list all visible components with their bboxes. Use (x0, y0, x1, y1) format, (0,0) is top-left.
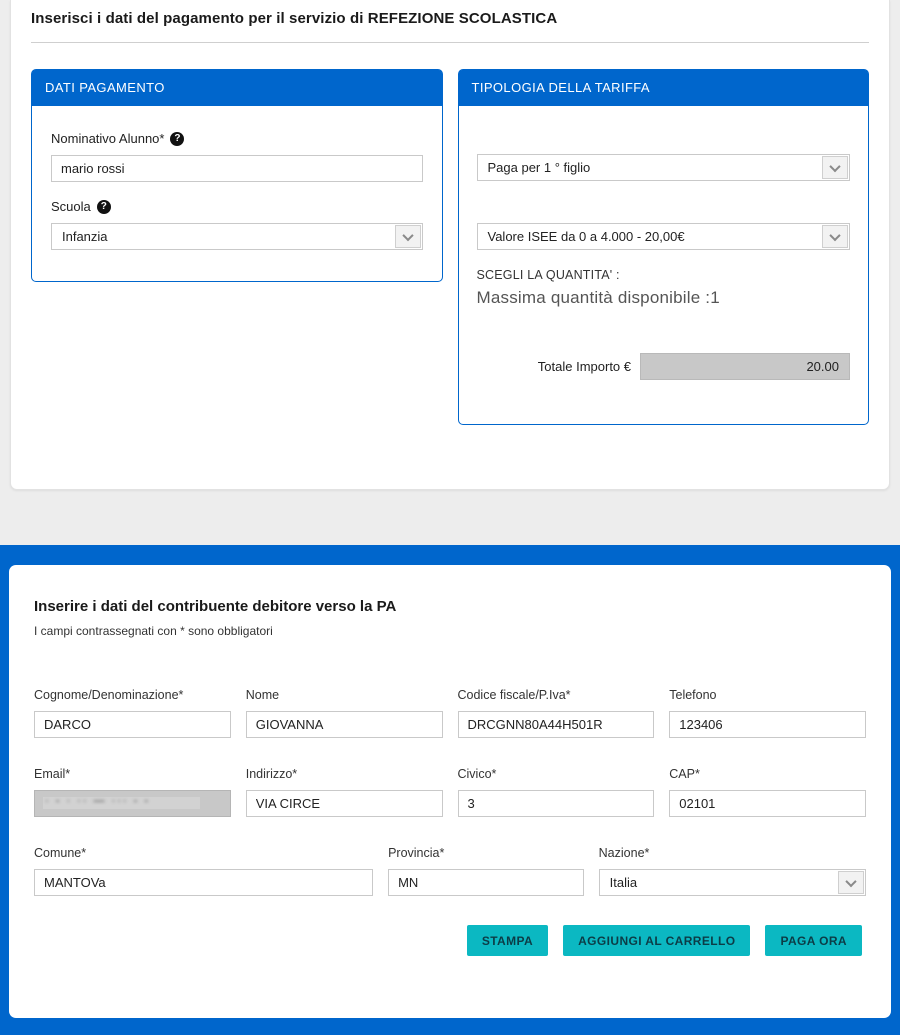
total-amount-field: 20.00 (640, 353, 850, 380)
aggiungi-al-carrello-button[interactable]: AGGIUNGI AL CARRELLO (563, 925, 750, 956)
help-question-icon[interactable]: ? (170, 132, 184, 146)
email-field-redacted: · ‐ · ·· — ··· ‐ ‐ (34, 790, 231, 817)
provincia-input[interactable] (388, 869, 584, 896)
codice-fiscale-label: Codice fiscale/P.Iva* (458, 688, 655, 702)
cap-label: CAP* (669, 767, 866, 781)
scuola-select[interactable]: Infanzia (51, 223, 423, 250)
comune-label: Comune* (34, 846, 373, 860)
nome-label: Nome (246, 688, 443, 702)
payment-data-card: Inserisci i dati del pagamento per il se… (10, 0, 890, 490)
civico-label: Civico* (458, 767, 655, 781)
nominativo-alunno-input[interactable] (51, 155, 423, 182)
debtor-title: Inserire i dati del contribuente debitor… (24, 598, 876, 615)
total-amount-label: Totale Importo € (538, 359, 631, 374)
help-question-icon[interactable]: ? (97, 200, 111, 214)
stampa-button[interactable]: STAMPA (467, 925, 548, 956)
nominativo-alunno-label: Nominativo Alunno* ? (51, 131, 423, 146)
tipologia-tariffa-panel: TIPOLOGIA DELLA TARIFFA Paga per 1 ° fig… (458, 69, 870, 425)
nazione-select[interactable]: Italia (599, 869, 866, 896)
telefono-input[interactable] (669, 711, 866, 738)
scuola-label: Scuola ? (51, 199, 423, 214)
quantity-max-text: Massima quantità disponibile :1 (477, 288, 851, 308)
chevron-down-icon (822, 225, 848, 248)
cap-input[interactable] (669, 790, 866, 817)
chevron-down-icon (838, 871, 864, 894)
codice-fiscale-input[interactable] (458, 711, 655, 738)
payment-panels: DATI PAGAMENTO Nominativo Alunno* ? Scuo… (31, 69, 869, 425)
page-title: Inserisci i dati del pagamento per il se… (11, 0, 889, 27)
debtor-form: Cognome/Denominazione* Nome Codice fisca… (24, 688, 876, 956)
paga-ora-button[interactable]: PAGA ORA (765, 925, 862, 956)
tipologia-tariffa-header: TIPOLOGIA DELLA TARIFFA (459, 70, 869, 106)
debtor-subtitle: I campi contrassegnati con * sono obblig… (24, 624, 876, 638)
comune-input[interactable] (34, 869, 373, 896)
section-spacer (0, 490, 900, 545)
isee-tariff-select[interactable]: Valore ISEE da 0 a 4.000 - 20,00€ (477, 223, 851, 250)
dati-pagamento-header: DATI PAGAMENTO (32, 70, 442, 106)
quantity-caption: SCEGLI LA QUANTITA' : (477, 268, 851, 282)
indirizzo-input[interactable] (246, 790, 443, 817)
dati-pagamento-panel: DATI PAGAMENTO Nominativo Alunno* ? Scuo… (31, 69, 443, 282)
email-label: Email* (34, 767, 231, 781)
chevron-down-icon (822, 156, 848, 179)
figlio-select[interactable]: Paga per 1 ° figlio (477, 154, 851, 181)
indirizzo-label: Indirizzo* (246, 767, 443, 781)
cognome-label: Cognome/Denominazione* (34, 688, 231, 702)
telefono-label: Telefono (669, 688, 866, 702)
debtor-card: Inserire i dati del contribuente debitor… (9, 565, 891, 1018)
nazione-label: Nazione* (599, 846, 866, 860)
chevron-down-icon (395, 225, 421, 248)
nome-input[interactable] (246, 711, 443, 738)
cognome-input[interactable] (34, 711, 231, 738)
title-divider (31, 42, 869, 43)
redacted-text-marks: · ‐ · ·· — ··· ‐ ‐ (45, 795, 150, 807)
actions-row: STAMPA AGGIUNGI AL CARRELLO PAGA ORA (34, 925, 866, 956)
debtor-section-band: Inserire i dati del contribuente debitor… (0, 545, 900, 1035)
civico-input[interactable] (458, 790, 655, 817)
provincia-label: Provincia* (388, 846, 584, 860)
